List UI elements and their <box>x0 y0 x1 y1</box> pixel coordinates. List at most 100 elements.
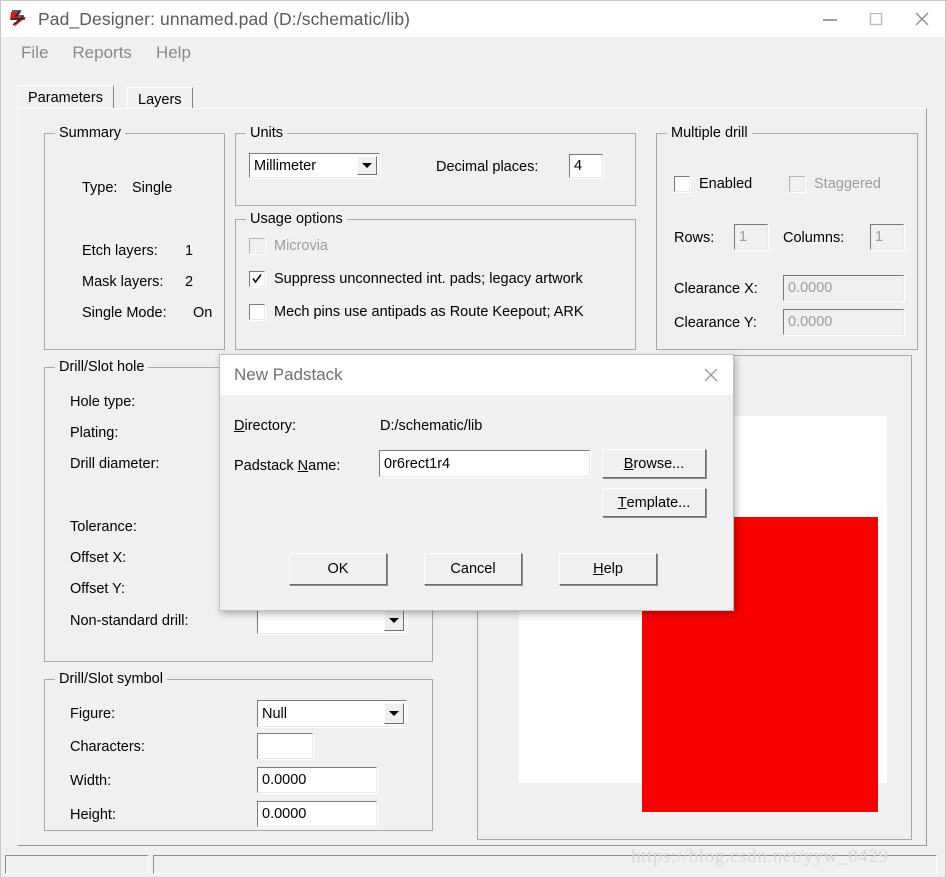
menu-reports[interactable]: Reports <box>60 41 144 65</box>
chevron-down-icon[interactable] <box>357 156 377 175</box>
summary-etch-layers-label: Etch layers: <box>82 243 158 259</box>
status-pane-left <box>5 854 149 874</box>
rows-label: Rows: <box>674 230 715 246</box>
checkbox-suppress-unconnected-label: Suppress unconnected int. pads; legacy a… <box>274 271 583 287</box>
directory-value: D:/schematic/lib <box>380 418 483 434</box>
checkbox-suppress-unconnected[interactable]: Suppress unconnected int. pads; legacy a… <box>249 271 583 287</box>
tab-strip: Parameters Layers <box>17 85 927 109</box>
dialog-title: New Padstack <box>234 365 343 384</box>
summary-single-mode-value: On <box>193 305 213 321</box>
units-combo[interactable]: Millimeter <box>249 153 380 178</box>
height-value: 0.0000 <box>262 806 307 822</box>
cancel-button[interactable]: Cancel <box>424 553 522 585</box>
summary-mask-layers-label: Mask layers: <box>82 274 164 290</box>
checkbox-multiple-drill-enabled[interactable]: Enabled <box>674 176 752 192</box>
menu-file[interactable]: File <box>9 41 60 65</box>
checkbox-staggered-label: Staggered <box>814 176 881 192</box>
menu-help[interactable]: Help <box>144 41 203 65</box>
columns-label: Columns: <box>783 230 845 246</box>
checkbox-enabled-label: Enabled <box>699 176 753 192</box>
width-value: 0.0000 <box>262 772 307 788</box>
padstack-name-value: 0r6rect1r4 <box>384 455 451 472</box>
drill-slot-hole-group-label: Drill/Slot hole <box>55 359 149 375</box>
new-padstack-dialog: New Padstack Directory: D:/schematic/lib… <box>219 354 734 611</box>
title-bar: Pad_Designer: unnamed.pad (D:/schematic/… <box>1 1 945 37</box>
dialog-body: Directory: D:/schematic/lib Padstack Nam… <box>220 395 733 610</box>
offset-x-label: Offset X: <box>70 550 127 566</box>
checkbox-box <box>249 304 265 320</box>
non-standard-drill-label: Non-standard drill: <box>70 613 189 629</box>
template-button[interactable]: Template... <box>602 488 706 517</box>
checkbox-box <box>674 176 690 192</box>
decimal-places-value: 4 <box>574 158 583 174</box>
height-input[interactable]: 0.0000 <box>257 801 377 827</box>
clearance-x-input: 0.0000 <box>783 275 904 301</box>
chevron-down-icon[interactable] <box>384 703 404 724</box>
clearance-y-label: Clearance Y: <box>674 315 757 331</box>
help-button[interactable]: Help <box>559 553 657 585</box>
checkbox-microvia: Microvia <box>249 238 328 254</box>
checkbox-mech-pins-antipads[interactable]: Mech pins use antipads as Route Keepout;… <box>249 304 584 320</box>
directory-label: Directory: <box>234 418 297 434</box>
status-pane-right <box>153 854 937 874</box>
characters-input[interactable] <box>257 733 313 759</box>
tolerance-label: Tolerance: <box>70 519 137 535</box>
figure-value: Null <box>262 705 287 722</box>
plating-label: Plating: <box>70 425 119 441</box>
hole-type-label: Hole type: <box>70 394 136 410</box>
summary-single-mode-label: Single Mode: <box>82 305 167 321</box>
browse-button[interactable]: Browse... <box>602 449 706 478</box>
rows-value: 1 <box>739 229 748 245</box>
padstack-name-input[interactable]: 0r6rect1r4 <box>379 450 590 477</box>
rows-input: 1 <box>734 224 768 250</box>
maximize-icon[interactable] <box>853 1 899 37</box>
checkbox-box <box>249 271 265 287</box>
height-label: Height: <box>70 807 116 823</box>
columns-value: 1 <box>875 229 884 245</box>
non-standard-drill-combo[interactable] <box>257 607 407 634</box>
summary-group-label: Summary <box>55 125 126 141</box>
decimal-places-input[interactable]: 4 <box>569 154 603 178</box>
units-combo-value: Millimeter <box>254 157 317 174</box>
checkbox-mech-pins-antipads-label: Mech pins use antipads as Route Keepout;… <box>274 304 584 320</box>
width-input[interactable]: 0.0000 <box>257 767 377 793</box>
summary-group: Summary Type: Single Etch layers: 1 Mask… <box>44 125 225 350</box>
characters-label: Characters: <box>70 739 145 755</box>
summary-type-label: Type: <box>82 180 118 196</box>
checkbox-multiple-drill-staggered: Staggered <box>789 176 881 192</box>
offset-y-label: Offset Y: <box>70 581 126 597</box>
clearance-y-value: 0.0000 <box>788 314 833 330</box>
close-icon[interactable] <box>689 355 733 395</box>
minimize-icon[interactable] <box>807 1 853 37</box>
units-group-label: Units <box>246 125 288 141</box>
close-icon[interactable] <box>899 1 945 37</box>
ok-button[interactable]: OK <box>289 553 387 585</box>
drill-slot-symbol-group-label: Drill/Slot symbol <box>55 671 167 687</box>
drill-slot-symbol-group: Drill/Slot symbol Figure: Null Character… <box>44 671 433 831</box>
multiple-drill-group-label: Multiple drill <box>667 125 752 141</box>
status-bar <box>1 851 945 877</box>
tab-layers[interactable]: Layers <box>127 87 193 109</box>
chevron-down-icon[interactable] <box>384 610 404 631</box>
usage-options-group: Usage options Microvia Suppress unconnec… <box>235 211 636 350</box>
units-group: Units Millimeter Decimal places: 4 <box>235 125 636 206</box>
checkbox-microvia-label: Microvia <box>274 238 328 254</box>
clearance-x-value: 0.0000 <box>788 280 833 296</box>
summary-type-value: Single <box>132 180 173 196</box>
multiple-drill-group: Multiple drill Enabled Staggered Rows: 1… <box>656 125 918 350</box>
pad-designer-window: Pad_Designer: unnamed.pad (D:/schematic/… <box>0 0 946 878</box>
padstack-name-label: Padstack Name: <box>234 458 341 474</box>
figure-combo[interactable]: Null <box>257 700 407 727</box>
clearance-y-input: 0.0000 <box>783 309 904 335</box>
drill-diameter-label: Drill diameter: <box>70 456 160 472</box>
columns-input: 1 <box>870 224 904 250</box>
checkbox-box <box>789 176 805 192</box>
checkbox-box <box>249 238 265 254</box>
dialog-title-bar: New Padstack <box>220 355 733 395</box>
usage-options-group-label: Usage options <box>246 211 347 227</box>
tab-parameters[interactable]: Parameters <box>17 85 114 109</box>
figure-label: Figure: <box>70 706 116 722</box>
check-icon <box>252 272 262 284</box>
pad-designer-icon <box>8 8 30 30</box>
decimal-places-label: Decimal places: <box>436 159 539 175</box>
